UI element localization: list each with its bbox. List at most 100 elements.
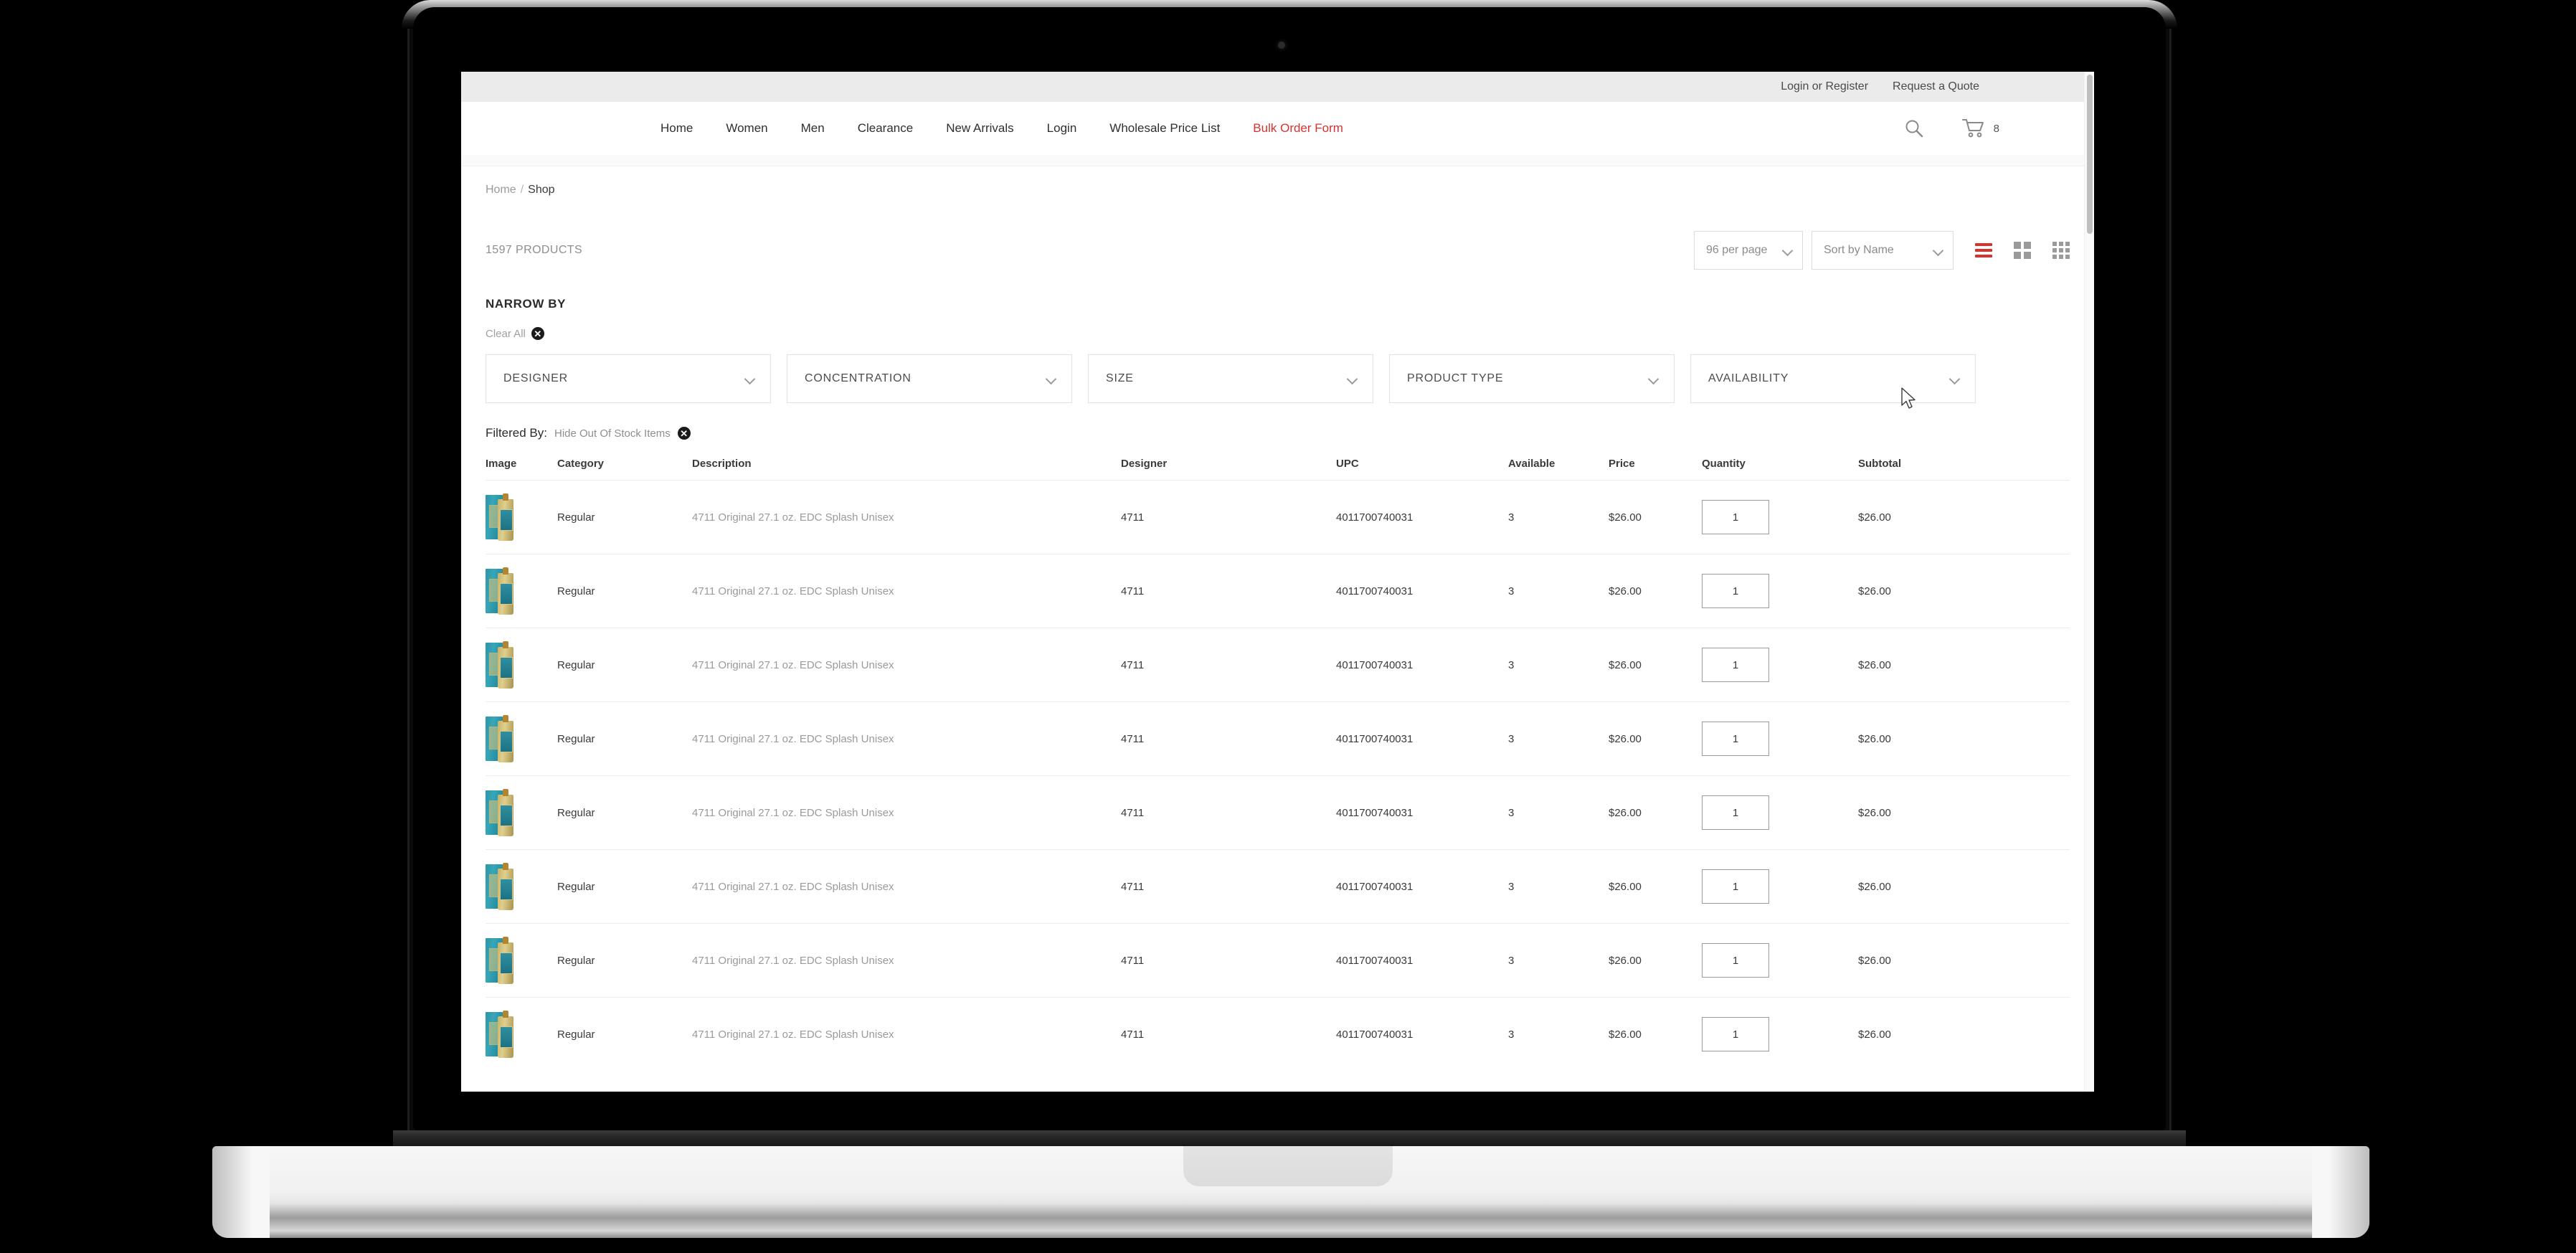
- quantity-input[interactable]: [1702, 574, 1769, 608]
- filter-size-label: SIZE: [1106, 372, 1134, 384]
- chevron-down-icon: [1784, 246, 1792, 255]
- breadcrumb-home-link[interactable]: Home: [486, 184, 516, 196]
- clear-all-row[interactable]: Clear All ✕: [486, 327, 2070, 340]
- cell-available: 3: [1508, 554, 1609, 628]
- cell-upc: 4011700740031: [1336, 628, 1508, 702]
- nav-item-men[interactable]: Men: [801, 121, 825, 136]
- view-list-icon[interactable]: [1975, 242, 1992, 259]
- cell-upc: 4011700740031: [1336, 775, 1508, 850]
- utility-topbar: Login or Register Request a Quote: [461, 72, 2094, 102]
- cell-available: 3: [1508, 775, 1609, 850]
- view-grid-3-icon[interactable]: [2052, 242, 2070, 259]
- filter-concentration[interactable]: CONCENTRATION: [787, 354, 1072, 403]
- product-thumbnail[interactable]: [486, 567, 516, 615]
- product-thumbnail[interactable]: [486, 493, 516, 541]
- quantity-input[interactable]: [1702, 795, 1769, 830]
- product-description-link[interactable]: 4711 Original 27.1 oz. EDC Splash Unisex: [692, 881, 894, 893]
- nav-item-home[interactable]: Home: [660, 121, 693, 136]
- login-or-register-link[interactable]: Login or Register: [1781, 80, 1868, 93]
- filter-designer-label: DESIGNER: [503, 372, 568, 384]
- col-header-subtotal: Subtotal: [1858, 458, 1901, 470]
- view-grid-2-icon[interactable]: [2014, 242, 2031, 259]
- product-thumbnail[interactable]: [486, 641, 516, 689]
- product-thumbnail[interactable]: [486, 1011, 516, 1058]
- cell-image: [486, 849, 557, 924]
- quantity-input[interactable]: [1702, 943, 1769, 978]
- chevron-down-icon: [1951, 374, 1959, 383]
- search-icon[interactable]: [1903, 118, 1925, 139]
- product-bottle-graphic: [498, 789, 513, 836]
- filter-size[interactable]: SIZE: [1088, 354, 1373, 403]
- cell-price: $26.00: [1609, 997, 1702, 1071]
- cell-subtotal: $26.00: [1858, 480, 2070, 554]
- request-a-quote-link[interactable]: Request a Quote: [1893, 80, 1979, 93]
- product-count-label: 1597 PRODUCTS: [486, 244, 583, 256]
- quantity-input[interactable]: [1702, 500, 1769, 534]
- cell-available: 3: [1508, 628, 1609, 702]
- close-circle-icon[interactable]: ✕: [677, 427, 691, 440]
- filter-concentration-label: CONCENTRATION: [805, 372, 911, 384]
- shopping-cart-icon: [1961, 119, 1984, 138]
- quantity-input[interactable]: [1702, 869, 1769, 904]
- cell-image: [486, 480, 557, 554]
- product-description-link[interactable]: 4711 Original 27.1 oz. EDC Splash Unisex: [692, 733, 894, 745]
- per-page-select[interactable]: 96 per page: [1694, 231, 1803, 270]
- product-thumbnail[interactable]: [486, 715, 516, 762]
- nav-item-clearance[interactable]: Clearance: [858, 121, 914, 136]
- chevron-down-icon: [1649, 374, 1658, 383]
- quantity-input[interactable]: [1702, 722, 1769, 756]
- product-description-link[interactable]: 4711 Original 27.1 oz. EDC Splash Unisex: [692, 511, 894, 524]
- col-header-quantity: Quantity: [1702, 458, 1746, 470]
- breadcrumb: Home / Shop: [461, 166, 2094, 197]
- cell-upc: 4011700740031: [1336, 701, 1508, 776]
- laptop-base-notch: [1183, 1146, 1393, 1186]
- main-navigation: Home Women Men Clearance New Arrivals Lo…: [461, 102, 2094, 155]
- nav-links: Home Women Men Clearance New Arrivals Lo…: [660, 121, 1343, 136]
- product-description-link[interactable]: 4711 Original 27.1 oz. EDC Splash Unisex: [692, 955, 894, 967]
- nav-item-women[interactable]: Women: [726, 121, 767, 136]
- nav-item-wholesale-price-list[interactable]: Wholesale Price List: [1109, 121, 1220, 136]
- table-row: Regular 4711 Original 27.1 oz. EDC Splash…: [486, 849, 2070, 924]
- cell-image: [486, 923, 557, 998]
- nav-item-login[interactable]: Login: [1047, 121, 1077, 136]
- product-thumbnail[interactable]: [486, 863, 516, 910]
- product-description-link[interactable]: 4711 Original 27.1 oz. EDC Splash Unisex: [692, 659, 894, 671]
- cell-subtotal: $26.00: [1858, 628, 2070, 702]
- nav-item-bulk-order-form[interactable]: Bulk Order Form: [1253, 121, 1343, 136]
- cell-price: $26.00: [1609, 775, 1702, 850]
- scrollbar-thumb[interactable]: [2087, 75, 2093, 234]
- filter-product-type[interactable]: PRODUCT TYPE: [1389, 354, 1675, 403]
- nav-item-new-arrivals[interactable]: New Arrivals: [946, 121, 1013, 136]
- cell-upc: 4011700740031: [1336, 849, 1508, 924]
- clear-all-label: Clear All: [486, 327, 526, 340]
- toolbar-controls: 96 per page Sort by Name: [1694, 231, 2070, 270]
- filter-designer[interactable]: DESIGNER: [486, 354, 771, 403]
- quantity-input[interactable]: [1702, 648, 1769, 682]
- chevron-down-icon: [1348, 374, 1357, 383]
- table-row: Regular 4711 Original 27.1 oz. EDC Splash…: [486, 628, 2070, 702]
- product-table-body: Regular 4711 Original 27.1 oz. EDC Splash…: [486, 480, 2070, 1071]
- close-circle-icon[interactable]: ✕: [531, 327, 544, 340]
- breadcrumb-current: Shop: [528, 184, 555, 196]
- sort-by-select[interactable]: Sort by Name: [1812, 231, 1954, 270]
- nav-divider-band: [461, 155, 2094, 166]
- product-thumbnail[interactable]: [486, 937, 516, 984]
- filter-availability[interactable]: AVAILABILITY: [1690, 354, 1976, 403]
- cell-designer: 4711: [1121, 775, 1336, 850]
- product-description-link[interactable]: 4711 Original 27.1 oz. EDC Splash Unisex: [692, 1029, 894, 1041]
- cell-designer: 4711: [1121, 480, 1336, 554]
- product-thumbnail[interactable]: [486, 789, 516, 836]
- product-bottle-graphic: [498, 567, 513, 615]
- cell-available: 3: [1508, 701, 1609, 776]
- cell-price: $26.00: [1609, 701, 1702, 776]
- quantity-input[interactable]: [1702, 1017, 1769, 1051]
- product-table: Image Category Description Designer UPC …: [486, 453, 2070, 1071]
- product-description-link[interactable]: 4711 Original 27.1 oz. EDC Splash Unisex: [692, 585, 894, 597]
- webcam-icon: [1278, 42, 1285, 49]
- product-bottle-graphic: [498, 493, 513, 541]
- product-description-link[interactable]: 4711 Original 27.1 oz. EDC Splash Unisex: [692, 807, 894, 819]
- cell-image: [486, 775, 557, 850]
- cell-image: [486, 628, 557, 702]
- shopping-cart-button[interactable]: 8: [1961, 118, 1999, 139]
- page-scrollbar[interactable]: [2084, 72, 2094, 1092]
